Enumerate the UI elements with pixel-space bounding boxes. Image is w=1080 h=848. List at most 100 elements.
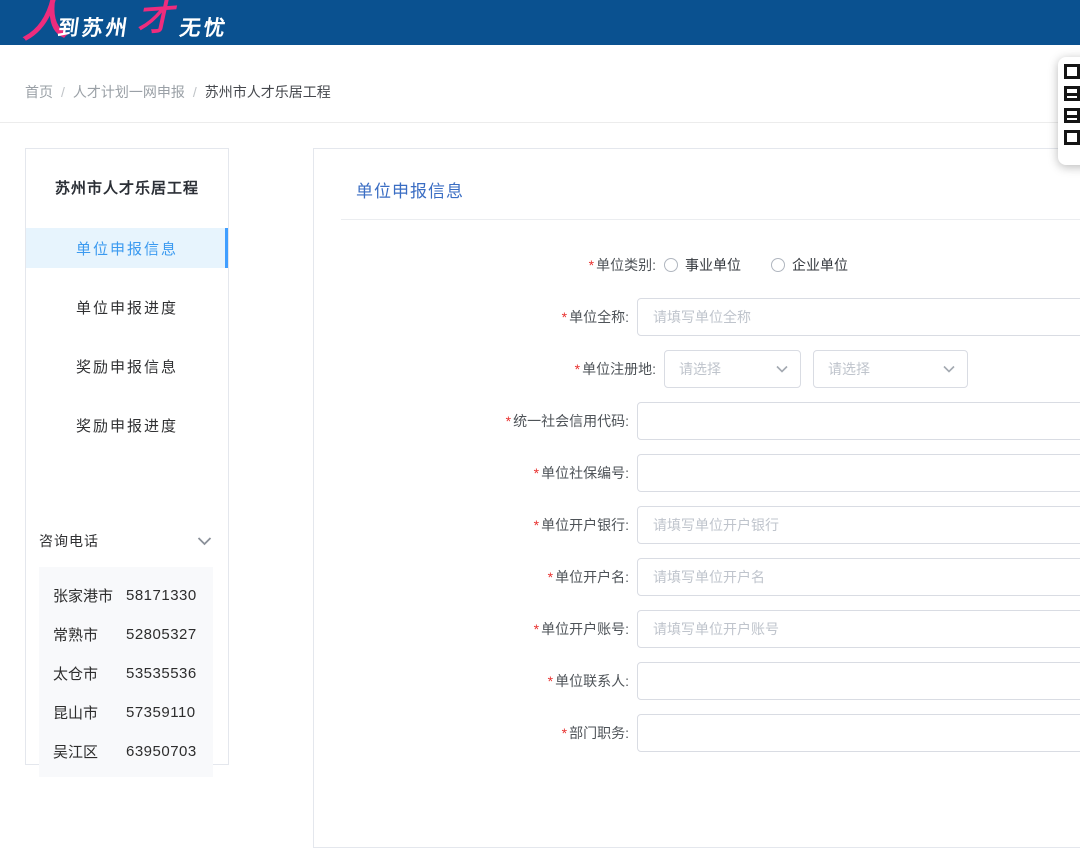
widget-glyph-icon	[1064, 108, 1080, 123]
radio-label: 事业单位	[685, 255, 741, 275]
required-marker: *	[548, 569, 553, 585]
form-row-unit-type: *单位类别: 事业单位 企业单位	[314, 246, 1080, 284]
field-label: *单位开户账号:	[314, 619, 629, 639]
phone-city: 常熟市	[53, 624, 126, 645]
consult-phone-list: 张家港市 58171330 常熟市 52805327 太仓市 53535536 …	[39, 567, 213, 777]
phone-city: 太仓市	[53, 663, 126, 684]
phone-row-changshu: 常熟市 52805327	[39, 615, 213, 654]
phone-row-taicang: 太仓市 53535536	[39, 654, 213, 693]
phone-number: 53535536	[126, 665, 197, 682]
form-row-account-name: *单位开户名:	[314, 558, 1080, 596]
app-header: 人 到苏州 才 无忧	[0, 0, 1080, 45]
bank-name-label: 单位开户银行:	[541, 517, 629, 533]
social-security-no-input[interactable]	[637, 454, 1080, 492]
field-label: *单位类别:	[314, 255, 656, 275]
logo-text-wuyou: 无忧	[178, 12, 230, 42]
required-marker: *	[589, 257, 594, 273]
form-row-unit-registered-place: *单位注册地: 请选择 请选择	[314, 350, 1080, 388]
unit-type-label: 单位类别:	[596, 257, 656, 273]
consult-phone-header[interactable]: 咨询电话	[26, 531, 228, 551]
unit-report-form: *单位类别: 事业单位 企业单位 *单位全称:	[314, 246, 1080, 752]
unit-full-name-input[interactable]	[637, 298, 1080, 336]
required-marker: *	[548, 673, 553, 689]
field-label: *统一社会信用代码:	[314, 411, 629, 431]
account-number-label: 单位开户账号:	[541, 621, 629, 637]
radio-icon[interactable]	[771, 258, 785, 272]
account-number-input[interactable]	[637, 610, 1080, 648]
department-position-input[interactable]	[637, 714, 1080, 752]
phone-city: 张家港市	[53, 585, 126, 606]
credit-code-input[interactable]	[637, 402, 1080, 440]
logo-text-dao-suzhou: 到苏州	[56, 12, 132, 42]
radio-option-public-institution[interactable]: 事业单位	[664, 255, 741, 275]
account-name-input[interactable]	[637, 558, 1080, 596]
phone-number: 58171330	[126, 587, 197, 604]
form-row-account-number: *单位开户账号:	[314, 610, 1080, 648]
chevron-down-icon	[943, 365, 955, 373]
required-marker: *	[534, 621, 539, 637]
unit-contact-label: 单位联系人:	[555, 673, 629, 689]
sidebar-title: 苏州市人才乐居工程	[26, 149, 228, 198]
form-row-unit-contact: *单位联系人:	[314, 662, 1080, 700]
registered-place-select-city[interactable]: 请选择	[664, 350, 801, 388]
select-placeholder: 请选择	[679, 359, 721, 379]
sidebar: 苏州市人才乐居工程 单位申报信息 单位申报进度 奖励申报信息 奖励申报进度 咨询…	[25, 148, 229, 765]
sidebar-item-unit-report-progress[interactable]: 单位申报进度	[26, 287, 228, 327]
radio-icon[interactable]	[664, 258, 678, 272]
select-placeholder: 请选择	[828, 359, 870, 379]
phone-row-zhangjiagang: 张家港市 58171330	[39, 576, 213, 615]
breadcrumb-separator: /	[193, 84, 197, 100]
radio-label: 企业单位	[792, 255, 848, 275]
phone-number: 63950703	[126, 743, 197, 760]
department-position-label: 部门职务:	[569, 725, 629, 741]
phone-row-kunshan: 昆山市 57359110	[39, 693, 213, 732]
field-label: *单位开户银行:	[314, 515, 629, 535]
floating-side-widget[interactable]	[1058, 57, 1080, 165]
breadcrumb: 首页 / 人才计划一网申报 / 苏州市人才乐居工程	[25, 82, 331, 102]
form-row-department-position: *部门职务:	[314, 714, 1080, 752]
phone-row-wujiang: 吴江区 63950703	[39, 732, 213, 771]
chevron-down-icon	[197, 536, 212, 546]
unit-contact-input[interactable]	[637, 662, 1080, 700]
section-divider	[341, 219, 1080, 220]
consult-phone-label: 咨询电话	[39, 531, 99, 551]
widget-glyph-icon	[1064, 130, 1080, 145]
phone-city: 吴江区	[53, 741, 126, 762]
social-security-no-label: 单位社保编号:	[541, 465, 629, 481]
sidebar-item-reward-report-info[interactable]: 奖励申报信息	[26, 346, 228, 386]
breadcrumb-current-page: 苏州市人才乐居工程	[205, 82, 331, 102]
breadcrumb-home[interactable]: 首页	[25, 82, 53, 102]
widget-glyph-icon	[1064, 64, 1080, 79]
account-name-label: 单位开户名:	[555, 569, 629, 585]
unit-type-radio-group: 事业单位 企业单位	[664, 255, 848, 275]
required-marker: *	[506, 413, 511, 429]
form-row-bank-name: *单位开户银行:	[314, 506, 1080, 544]
radio-option-enterprise[interactable]: 企业单位	[771, 255, 848, 275]
required-marker: *	[562, 725, 567, 741]
section-title: 单位申报信息	[356, 177, 1080, 202]
bank-name-input[interactable]	[637, 506, 1080, 544]
sidebar-item-unit-report-info[interactable]: 单位申报信息	[26, 228, 228, 268]
required-marker: *	[575, 361, 580, 377]
form-row-credit-code: *统一社会信用代码:	[314, 402, 1080, 440]
logo-cai-stroke: 才	[136, 0, 180, 37]
field-label: *单位社保编号:	[314, 463, 629, 483]
unit-registered-place-label: 单位注册地:	[582, 361, 656, 377]
form-row-social-security-no: *单位社保编号:	[314, 454, 1080, 492]
field-label: *部门职务:	[314, 723, 629, 743]
required-marker: *	[534, 517, 539, 533]
sidebar-item-reward-report-progress[interactable]: 奖励申报进度	[26, 405, 228, 445]
breadcrumb-divider	[0, 122, 1080, 123]
breadcrumb-separator: /	[61, 84, 65, 100]
phone-number: 52805327	[126, 626, 197, 643]
site-logo[interactable]: 人 到苏州 才 无忧	[26, 0, 228, 45]
chevron-down-icon	[776, 365, 788, 373]
widget-glyph-icon	[1064, 86, 1080, 101]
credit-code-label: 统一社会信用代码:	[513, 413, 629, 429]
phone-city: 昆山市	[53, 702, 126, 723]
main-panel: 单位申报信息 *单位类别: 事业单位 企业单位 *单位全称:	[313, 148, 1080, 848]
field-label: *单位注册地:	[314, 359, 656, 379]
breadcrumb-talent-plan[interactable]: 人才计划一网申报	[73, 82, 185, 102]
registered-place-select-district[interactable]: 请选择	[813, 350, 968, 388]
phone-number: 57359110	[126, 704, 196, 721]
